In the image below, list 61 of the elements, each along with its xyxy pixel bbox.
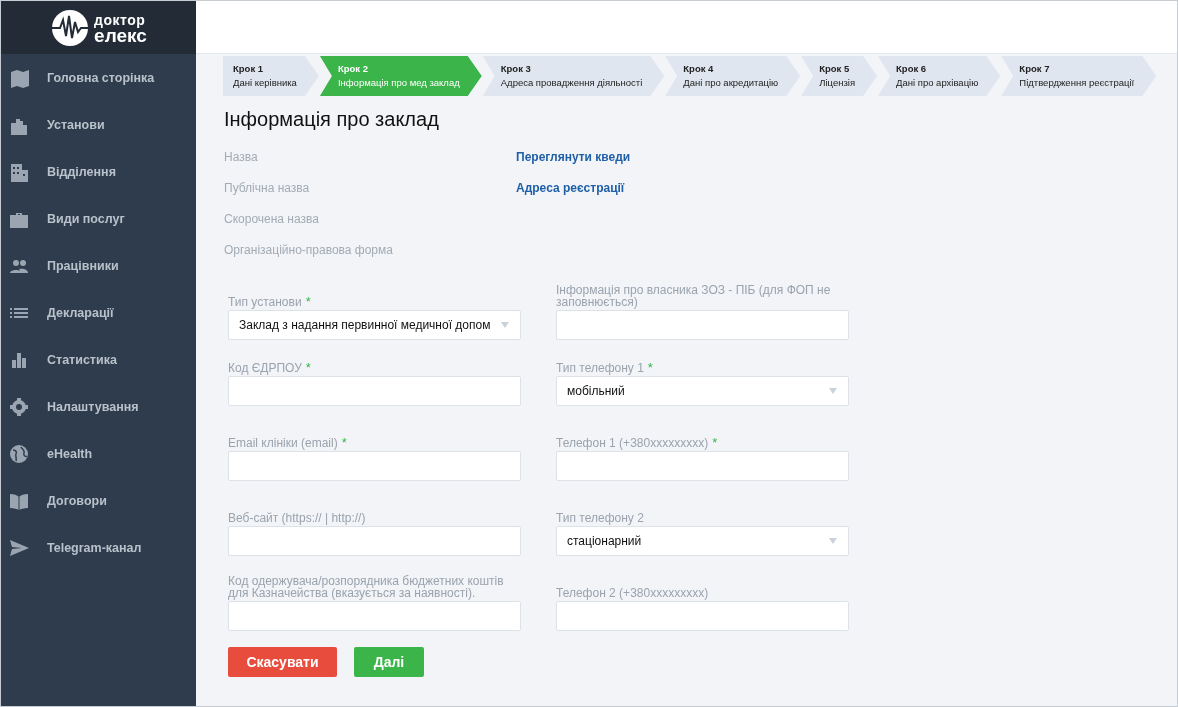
sidebar-item[interactable]: Види послуг	[1, 195, 196, 242]
dropdown-arrow-icon	[500, 321, 510, 329]
field-label: Тип телефону 2	[556, 511, 644, 525]
required-mark: *	[341, 435, 347, 450]
select-field[interactable]: Заклад з надання первинної медичної допом	[228, 310, 521, 340]
input-field[interactable]	[556, 310, 849, 340]
logo-icon	[50, 7, 91, 48]
field-label: Тип телефону 1	[556, 361, 644, 375]
map-icon	[9, 67, 29, 88]
step-tab[interactable]: Крок 5 Ліцензія	[801, 56, 878, 96]
field-label: Скорочена назва	[224, 211, 320, 227]
input-field[interactable]	[228, 601, 521, 631]
sidebar-item[interactable]: Статистика	[1, 336, 196, 383]
sidebar-item[interactable]: Працівники	[1, 242, 196, 289]
input-field[interactable]	[556, 451, 849, 481]
link[interactable]: Адреса реєстрації	[516, 180, 631, 196]
sidebar-item[interactable]: Декларації	[1, 289, 196, 336]
link[interactable]: Переглянути кведи	[516, 149, 631, 165]
page-title: Інформація про заклад	[224, 108, 440, 131]
step-tab[interactable]: Крок 1 Дані керівника	[223, 56, 319, 96]
field-label: Назва	[224, 149, 259, 165]
sidebar-item[interactable]: eHealth	[1, 430, 196, 477]
sidebar-item[interactable]: Головна сторінка	[1, 54, 196, 101]
select-field[interactable]: мобільний	[556, 376, 849, 406]
input-field[interactable]	[228, 526, 521, 556]
field-label: Email клініки (email)	[228, 436, 338, 450]
cancel-button[interactable]: Скасувати	[228, 647, 337, 677]
field-label: Тип установи	[228, 295, 302, 309]
step-tab[interactable]: Крок 6 Дані про архівацію	[878, 56, 1001, 96]
building-icon	[9, 161, 29, 182]
field-label: Телефон 2 (+380xxxxxxxxx)	[556, 586, 709, 600]
required-mark: *	[647, 360, 653, 375]
logo-text: елекс	[94, 27, 147, 43]
dropdown-arrow-icon	[828, 387, 838, 395]
globe-icon	[9, 443, 29, 464]
gear-icon	[9, 396, 29, 417]
step-tab[interactable]: Крок 3 Адреса провадження діяльності	[482, 56, 665, 96]
required-mark: *	[305, 294, 311, 309]
input-field[interactable]	[556, 601, 849, 631]
field-label: Інформація про власника ЗОЗ - ПІБ (для ФОП не заповнюється)	[556, 283, 831, 309]
input-field[interactable]	[228, 451, 521, 481]
sidebar-item[interactable]: Telegram-канал	[1, 524, 196, 571]
field-label: Код ЄДРПОУ	[228, 361, 302, 375]
select-field[interactable]: стаціонарний	[556, 526, 849, 556]
sidebar-item[interactable]: Установи	[1, 101, 196, 148]
field-label: Організаційно-правова форма	[224, 242, 394, 258]
required-mark: *	[712, 435, 718, 450]
step-tab[interactable]: Крок 7 Підтвердження реєстрації	[1001, 56, 1157, 96]
sidebar-item[interactable]: Договори	[1, 477, 196, 524]
field-label: Публічна назва	[224, 180, 311, 196]
send-icon	[9, 537, 29, 558]
step-tab[interactable]: Крок 4 Дані про акредитацію	[665, 56, 801, 96]
logo-text: доктор	[94, 12, 147, 28]
sidebar-item[interactable]: Відділення	[1, 148, 196, 195]
field-label: Код одержувача/розпорядника бюджетних коштів для Казначейства (вказується за наявності).	[228, 574, 504, 600]
field-label: Веб-сайт (https:// | http://)	[228, 511, 366, 525]
dropdown-arrow-icon	[828, 537, 838, 545]
field-label: Телефон 1 (+380xxxxxxxxx)	[556, 436, 709, 450]
input-field[interactable]	[228, 376, 521, 406]
required-mark: *	[305, 360, 311, 375]
sidebar-item[interactable]: Налаштування	[1, 383, 196, 430]
